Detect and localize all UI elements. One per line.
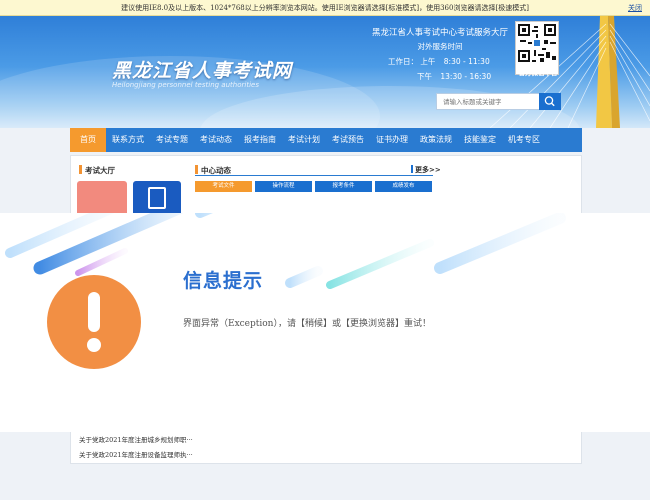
service-hall-title: 黑龙江省人事考试中心考试服务大厅 xyxy=(371,28,508,38)
nav-item-10[interactable]: 机考专区 xyxy=(502,128,546,152)
am-label: 上午 xyxy=(420,57,436,66)
nav-item-6[interactable]: 考试预告 xyxy=(326,128,370,152)
subtab-1[interactable]: 操作流程 xyxy=(255,181,312,192)
search-button[interactable] xyxy=(539,93,561,110)
nav-item-5[interactable]: 考试计划 xyxy=(282,128,326,152)
section-divider xyxy=(195,175,433,176)
subtab-0[interactable]: 考试文件 xyxy=(195,181,252,192)
main-nav: 首页 联系方式 考试专题 考试动态 报考指南 考试计划 考试预告 证书办理 政策法规 技能鉴定 机考… xyxy=(70,128,582,152)
pm-time: 13:30 - 16:30 xyxy=(440,72,492,81)
pm-label: 下午 xyxy=(417,72,432,81)
error-message: 界面异常（Exception），请【稍候】或【更换浏览器】重试！ xyxy=(183,319,431,329)
am-time: 8:30 - 11:30 xyxy=(443,57,490,66)
service-hours-block: 黑龙江省人事考试中心考试服务大厅 对外服务时间 工作日： 上午 8:30 - 1… xyxy=(370,26,510,82)
news-subtabs: 考试文件 操作流程 报考条件 成绩发布 xyxy=(195,181,432,192)
exam-hall-title: 考试大厅 xyxy=(79,165,115,176)
nav-item-4[interactable]: 报考指南 xyxy=(238,128,282,152)
browser-notice-text: 建议使用IE8.0及以上版本、1024*768以上分辨率浏览本网站。使用IE浏览… xyxy=(121,4,529,12)
subtab-3[interactable]: 成绩发布 xyxy=(375,181,432,192)
news-item[interactable]: 关于党政2021年度注册城乡规划师职··· xyxy=(79,434,193,444)
browser-notice-bar: 建议使用IE8.0及以上版本、1024*768以上分辨率浏览本网站。使用IE浏览… xyxy=(0,0,650,16)
more-link[interactable]: 更多>> xyxy=(411,165,441,175)
workday-label: 工作日： xyxy=(388,57,418,66)
document-icon xyxy=(148,187,166,209)
search-icon xyxy=(544,96,555,107)
search-input[interactable] xyxy=(437,94,541,109)
service-hours-title: 对外服务时间 xyxy=(417,42,463,51)
subtab-2[interactable]: 报考条件 xyxy=(315,181,372,192)
nav-item-1[interactable]: 联系方式 xyxy=(106,128,150,152)
service-pm-row: 下午 13:30 - 16:30 xyxy=(370,71,510,82)
nav-item-0[interactable]: 首页 xyxy=(70,128,106,152)
news-item[interactable]: 关于党政2021年度注册设备监理师执··· xyxy=(79,449,193,459)
header-banner: 黑龙江省人事考试网 Heilongjiang personnel testing… xyxy=(0,16,650,128)
nav-item-7[interactable]: 证书办理 xyxy=(370,128,414,152)
warning-icon xyxy=(47,275,141,369)
nav-item-8[interactable]: 政策法规 xyxy=(414,128,458,152)
nav-item-9[interactable]: 技能鉴定 xyxy=(458,128,502,152)
service-am-row: 工作日： 上午 8:30 - 11:30 xyxy=(370,56,510,67)
nav-item-2[interactable]: 考试专题 xyxy=(150,128,194,152)
notice-close-link[interactable]: 关闭 xyxy=(628,0,642,16)
search-box xyxy=(436,93,561,110)
error-title: 信息提示 xyxy=(183,270,264,292)
site-title: 黑龙江省人事考试网 xyxy=(112,60,293,82)
site-subtitle: Heilongjiang personnel testing authoriti… xyxy=(112,81,259,89)
qr-code-label: 官方微信平台 xyxy=(518,69,558,77)
nav-item-3[interactable]: 考试动态 xyxy=(194,128,238,152)
